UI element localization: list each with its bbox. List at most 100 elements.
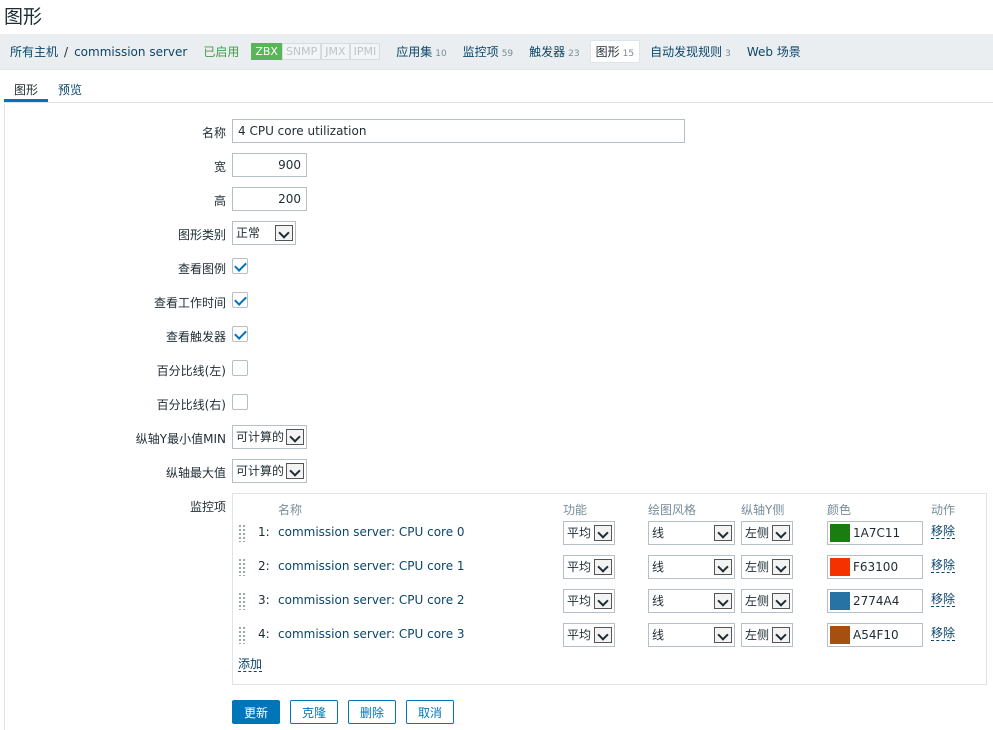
item-name-link[interactable]: commission server: CPU core 1 bbox=[278, 559, 465, 573]
tab-preview[interactable]: 预览 bbox=[48, 73, 92, 102]
clone-button[interactable]: 克隆 bbox=[290, 700, 338, 724]
nav-applications-label[interactable]: 应用集 bbox=[396, 43, 432, 60]
color-swatch[interactable] bbox=[830, 524, 850, 542]
drag-handle-icon[interactable] bbox=[238, 524, 246, 542]
item-draw-style-select[interactable]: 线 bbox=[648, 521, 735, 545]
percentile-left-checkbox[interactable] bbox=[232, 360, 248, 376]
percentile-right-checkbox[interactable] bbox=[232, 394, 248, 410]
nav-web-scenarios-label[interactable]: Web 场景 bbox=[747, 43, 801, 60]
item-row-number: 3: bbox=[258, 593, 270, 607]
nav-triggers[interactable]: 触发器 23 bbox=[529, 43, 579, 60]
item-remove-link[interactable]: 移除 bbox=[931, 593, 956, 607]
chevron-down-icon bbox=[594, 525, 612, 541]
nav-discovery-rules-label[interactable]: 自动发现规则 bbox=[650, 43, 722, 60]
height-input[interactable]: 200 bbox=[232, 187, 307, 211]
ymin-select[interactable]: 可计算的 bbox=[232, 425, 307, 449]
item-name-link[interactable]: commission server: CPU core 3 bbox=[278, 627, 465, 641]
show-work-period-checkbox[interactable] bbox=[232, 292, 248, 308]
percentile-left-label: 百分比线(左) bbox=[156, 364, 226, 378]
item-function-select[interactable]: 平均 bbox=[563, 555, 615, 579]
item-y-side-select[interactable]: 左侧 bbox=[741, 623, 793, 647]
item-color-picker[interactable]: 2774A4 bbox=[827, 589, 923, 613]
col-header-color: 颜色 bbox=[827, 503, 852, 517]
update-button[interactable]: 更新 bbox=[232, 700, 280, 724]
nav-items[interactable]: 监控项 59 bbox=[463, 43, 513, 60]
col-header-name: 名称 bbox=[278, 503, 303, 517]
chevron-down-icon bbox=[714, 593, 732, 609]
nav-graphs-label[interactable]: 图形 bbox=[596, 43, 620, 60]
item-color-picker[interactable]: F63100 bbox=[827, 555, 923, 579]
breadcrumb-all-hosts[interactable]: 所有主机 bbox=[10, 43, 58, 60]
chevron-down-icon bbox=[772, 559, 790, 575]
item-remove-link[interactable]: 移除 bbox=[931, 559, 956, 573]
drag-handle-icon[interactable] bbox=[238, 592, 246, 610]
item-y-side-value: 左侧 bbox=[745, 594, 770, 608]
item-y-side-select[interactable]: 左侧 bbox=[741, 521, 793, 545]
chevron-down-icon bbox=[594, 593, 612, 609]
item-remove-link[interactable]: 移除 bbox=[931, 525, 956, 539]
item-y-side-select[interactable]: 左侧 bbox=[741, 589, 793, 613]
nav-graphs[interactable]: 图形 15 bbox=[589, 40, 641, 63]
graph-form: 名称 4 CPU core utilization 宽 900 高 200 图形… bbox=[4, 104, 993, 730]
nav-discovery-rules[interactable]: 自动发现规则 3 bbox=[650, 43, 731, 60]
graph-type-label: 图形类别 bbox=[177, 228, 226, 242]
host-status-enabled[interactable]: 已启用 bbox=[203, 43, 239, 60]
drag-handle-icon[interactable] bbox=[238, 558, 246, 576]
item-function-select[interactable]: 平均 bbox=[563, 521, 615, 545]
nav-items-count: 59 bbox=[501, 49, 514, 59]
nav-triggers-label[interactable]: 触发器 bbox=[529, 43, 565, 60]
cancel-button[interactable]: 取消 bbox=[406, 700, 454, 724]
show-legend-checkbox[interactable] bbox=[232, 258, 248, 274]
item-color-value: F63100 bbox=[853, 560, 899, 574]
item-color-picker[interactable]: 1A7C11 bbox=[827, 521, 923, 545]
chevron-down-icon bbox=[772, 593, 790, 609]
add-item-link[interactable]: 添加 bbox=[238, 658, 263, 672]
item-draw-style-select[interactable]: 线 bbox=[648, 589, 735, 613]
nav-applications[interactable]: 应用集 10 bbox=[396, 43, 446, 60]
nav-web-scenarios[interactable]: Web 场景 bbox=[747, 43, 801, 60]
item-function-value: 平均 bbox=[567, 560, 592, 574]
item-name-link[interactable]: commission server: CPU core 0 bbox=[278, 525, 465, 539]
name-input[interactable]: 4 CPU core utilization bbox=[232, 119, 685, 143]
item-color-picker[interactable]: A54F10 bbox=[827, 623, 923, 647]
nav-discovery-rules-count: 3 bbox=[725, 49, 731, 59]
delete-button[interactable]: 删除 bbox=[348, 700, 396, 724]
item-name-link[interactable]: commission server: CPU core 2 bbox=[278, 593, 465, 607]
color-swatch[interactable] bbox=[830, 626, 850, 644]
ipmi-availability-tag: IPMI bbox=[349, 43, 381, 60]
ymax-select[interactable]: 可计算的 bbox=[232, 459, 307, 483]
color-swatch[interactable] bbox=[830, 558, 850, 576]
chevron-down-icon bbox=[772, 627, 790, 643]
availability-tags: ZBX SNMP JMX IPMI bbox=[251, 43, 381, 60]
item-function-select[interactable]: 平均 bbox=[563, 623, 615, 647]
item-draw-style-select[interactable]: 线 bbox=[648, 555, 735, 579]
nav-items-label[interactable]: 监控项 bbox=[463, 43, 499, 60]
ymax-label: 纵轴最大值 bbox=[165, 466, 226, 480]
color-swatch[interactable] bbox=[830, 592, 850, 610]
drag-handle-icon[interactable] bbox=[238, 626, 246, 644]
item-function-select[interactable]: 平均 bbox=[563, 589, 615, 613]
ymin-value: 可计算的 bbox=[236, 430, 285, 444]
col-header-function: 功能 bbox=[563, 503, 588, 517]
chevron-down-icon bbox=[594, 627, 612, 643]
items-label: 监控项 bbox=[189, 500, 226, 514]
ymin-label: 纵轴Y最小值MIN bbox=[135, 432, 226, 446]
item-row: 3: commission server: CPU core 2 平均 线 左侧… bbox=[233, 588, 986, 614]
breadcrumb-host[interactable]: commission server bbox=[74, 45, 187, 59]
item-remove-link[interactable]: 移除 bbox=[931, 627, 956, 641]
item-y-side-select[interactable]: 左侧 bbox=[741, 555, 793, 579]
nav-applications-count: 10 bbox=[435, 49, 447, 59]
item-row: 2: commission server: CPU core 1 平均 线 左侧… bbox=[233, 554, 986, 580]
show-triggers-checkbox[interactable] bbox=[232, 326, 248, 342]
item-color-value: 1A7C11 bbox=[853, 526, 901, 540]
tab-graph[interactable]: 图形 bbox=[4, 73, 49, 102]
item-row-number: 4: bbox=[258, 627, 270, 641]
item-draw-style-select[interactable]: 线 bbox=[648, 623, 735, 647]
item-row: 1: commission server: CPU core 0 平均 线 左侧… bbox=[233, 520, 986, 546]
width-input[interactable]: 900 bbox=[232, 153, 307, 177]
item-draw-style-value: 线 bbox=[652, 594, 665, 608]
item-draw-style-value: 线 bbox=[652, 628, 665, 642]
col-header-y-axis-side: 纵轴Y侧 bbox=[741, 503, 785, 517]
host-navbar: 所有主机 / commission server 已启用 ZBX SNMP JM… bbox=[0, 34, 993, 70]
graph-type-select[interactable]: 正常 bbox=[232, 221, 296, 245]
